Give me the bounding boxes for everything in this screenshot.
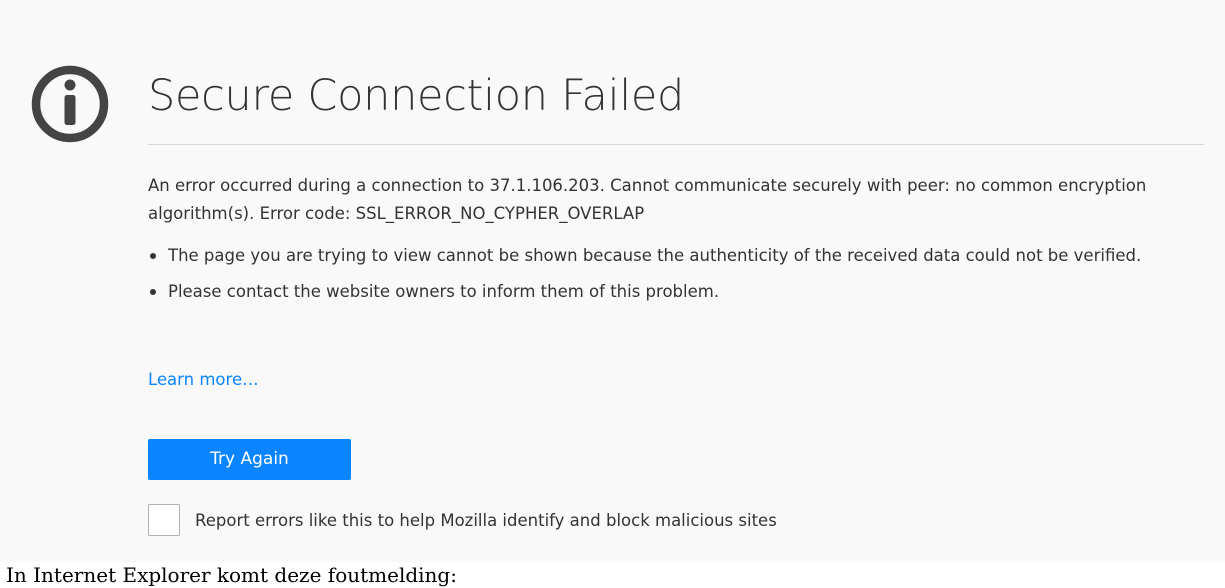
title-divider: [148, 144, 1204, 145]
list-item: Please contact the website owners to inf…: [148, 278, 1148, 306]
info-icon: [31, 65, 109, 143]
caption-text: In Internet Explorer komt deze foutmeldi…: [6, 563, 457, 587]
error-description: An error occurred during a connection to…: [148, 176, 1147, 223]
page-title: Secure Connection Failed: [148, 71, 685, 121]
bullet-text: Please contact the website owners to inf…: [168, 282, 720, 301]
bullet-dot: [150, 289, 156, 295]
list-item: The page you are trying to view cannot b…: [148, 242, 1148, 270]
report-errors-label[interactable]: Report errors like this to help Mozilla …: [195, 511, 777, 530]
error-bullet-list: The page you are trying to view cannot b…: [148, 242, 1148, 306]
bullet-text: The page you are trying to view cannot b…: [168, 246, 1142, 265]
error-content: An error occurred during a connection to…: [148, 172, 1148, 314]
report-errors-row: Report errors like this to help Mozilla …: [148, 503, 777, 537]
error-page-panel: Secure Connection Failed An error occurr…: [0, 0, 1225, 562]
learn-more-link[interactable]: Learn more…: [148, 366, 259, 394]
try-again-button[interactable]: Try Again: [148, 439, 351, 480]
bullet-dot: [150, 253, 156, 259]
report-errors-checkbox[interactable]: [148, 504, 180, 536]
